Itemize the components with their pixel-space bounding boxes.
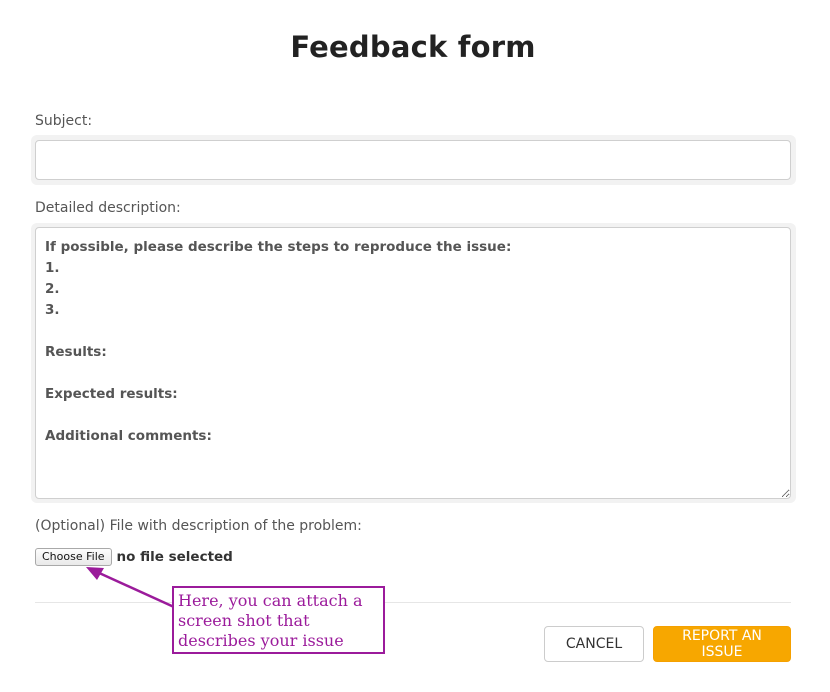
feedback-form-page: Feedback form Subject: Detailed descript… (0, 0, 830, 692)
subject-label: Subject: (35, 113, 93, 129)
report-issue-button[interactable]: REPORT AN ISSUE (653, 626, 791, 662)
annotation-callout: Here, you can attach a screen shot that … (172, 586, 385, 654)
divider (35, 602, 791, 603)
description-textarea[interactable] (35, 227, 791, 499)
description-label: Detailed description: (35, 200, 181, 216)
choose-file-button[interactable]: Choose File (35, 548, 112, 566)
cancel-button[interactable]: CANCEL (544, 626, 644, 662)
file-status-text: no file selected (116, 549, 233, 565)
file-input[interactable]: Choose File no file selected (35, 546, 233, 568)
page-title: Feedback form (290, 30, 536, 64)
subject-input[interactable] (35, 140, 791, 180)
file-label: (Optional) File with description of the … (35, 518, 362, 534)
